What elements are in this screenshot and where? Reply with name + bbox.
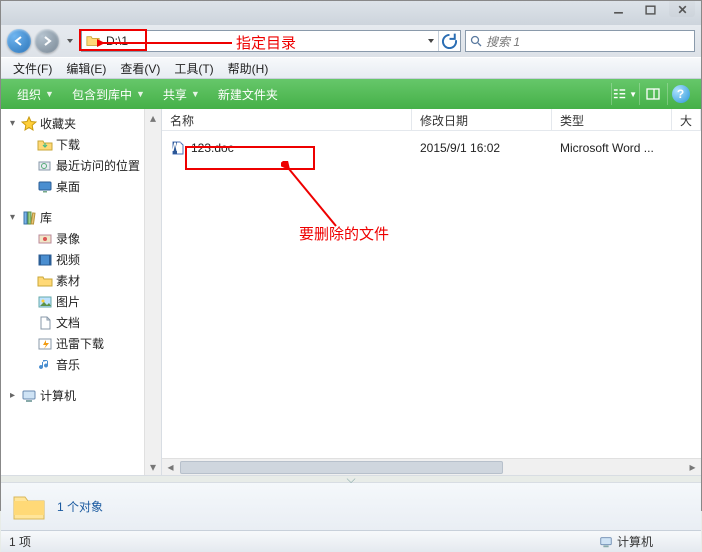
folder-icon [84,32,102,50]
details-pane: 1 个对象 [1,482,701,530]
picture-icon [37,294,53,310]
tree-downloads[interactable]: 下载 [1,134,143,155]
share-button[interactable]: 共享▼ [155,82,208,107]
tree-computer[interactable]: ▸计算机 [1,385,143,406]
status-item-count: 1 项 [9,533,31,550]
tree-lib-recording[interactable]: 录像 [1,228,143,249]
thunder-icon [37,336,53,352]
folder-icon [37,137,53,153]
star-icon [21,116,37,132]
view-options-button[interactable]: ▼ [611,83,637,105]
file-list: 名称 修改日期 类型 大 W 123.doc 2015/9/1 16:02 Mi… [162,109,701,475]
help-button[interactable]: ? [667,83,693,105]
forward-button[interactable] [35,29,59,53]
tree-favorites[interactable]: ▾收藏夹 [1,113,143,134]
menu-edit[interactable]: 编辑(E) [60,58,112,79]
navigation-pane: ▾收藏夹 下载 最近访问的位置 桌面 ▾库 录像 视频 素材 图片 文档 迅雷下… [1,109,162,475]
horizontal-scrollbar[interactable]: ◂ ▸ [162,458,701,475]
computer-icon [599,535,613,549]
recent-icon [37,158,53,174]
col-date[interactable]: 修改日期 [412,109,552,130]
tree-lib-music[interactable]: 音乐 [1,354,143,375]
scroll-thumb[interactable] [180,461,503,474]
nav-row: D:\1 搜索 1 [1,25,701,57]
tree-lib-video[interactable]: 视频 [1,249,143,270]
command-bar: 组织▼ 包含到库中▼ 共享▼ 新建文件夹 ▼ ? [1,79,701,109]
library-icon [21,210,37,226]
menu-file[interactable]: 文件(F) [7,58,58,79]
scroll-left-icon[interactable]: ◂ [162,459,179,476]
details-count: 1 个对象 [57,498,103,515]
column-headers: 名称 修改日期 类型 大 [162,109,701,131]
menu-view[interactable]: 查看(V) [114,58,166,79]
chevron-down-icon: ▼ [136,89,145,99]
help-icon: ? [672,85,690,103]
video-icon [37,252,53,268]
file-type: Microsoft Word ... [552,141,672,155]
col-name[interactable]: 名称 [162,109,412,130]
expand-icon: ▸ [7,390,18,401]
document-icon [37,315,53,331]
tree-lib-pictures[interactable]: 图片 [1,291,143,312]
word-doc-icon: W [170,140,186,156]
tree-lib-material[interactable]: 素材 [1,270,143,291]
chevron-down-icon: ▼ [45,89,54,99]
include-library-button[interactable]: 包含到库中▼ [64,82,153,107]
file-row[interactable]: W 123.doc 2015/9/1 16:02 Microsoft Word … [162,137,701,159]
back-button[interactable] [7,29,31,53]
folder-icon [37,273,53,289]
svg-text:W: W [170,140,181,154]
menu-tools[interactable]: 工具(T) [168,58,219,79]
nav-history-dropdown[interactable] [63,30,77,52]
music-icon [37,357,53,373]
sidebar-scrollbar[interactable]: ▴ ▾ [144,109,161,475]
organize-button[interactable]: 组织▼ [9,82,62,107]
title-bar [1,1,701,25]
chevron-down-icon: ▼ [191,89,200,99]
address-dropdown[interactable] [422,37,438,45]
desktop-icon [37,179,53,195]
search-box[interactable]: 搜索 1 [465,30,695,52]
status-location: 计算机 [599,533,653,550]
folder-large-icon [11,489,47,525]
file-date: 2015/9/1 16:02 [412,141,552,155]
recording-icon [37,231,53,247]
col-size[interactable]: 大 [672,109,701,130]
collapse-icon: ▾ [7,118,18,129]
tree-recent[interactable]: 最近访问的位置 [1,155,143,176]
preview-pane-button[interactable] [639,83,665,105]
address-text: D:\1 [104,34,422,48]
scroll-up-icon[interactable]: ▴ [145,109,161,126]
col-type[interactable]: 类型 [552,109,672,130]
search-placeholder: 搜索 1 [486,33,520,50]
maximize-button[interactable] [637,1,663,17]
tree-lib-documents[interactable]: 文档 [1,312,143,333]
tree-libraries[interactable]: ▾库 [1,207,143,228]
scroll-right-icon[interactable]: ▸ [684,459,701,476]
scroll-down-icon[interactable]: ▾ [145,458,161,475]
menu-help[interactable]: 帮助(H) [222,58,275,79]
status-bar: 1 项 计算机 [1,530,701,552]
tree-desktop[interactable]: 桌面 [1,176,143,197]
menu-bar: 文件(F) 编辑(E) 查看(V) 工具(T) 帮助(H) [1,57,701,79]
main-area: ▾收藏夹 下载 最近访问的位置 桌面 ▾库 录像 视频 素材 图片 文档 迅雷下… [1,109,701,475]
collapse-icon: ▾ [7,212,18,223]
new-folder-button[interactable]: 新建文件夹 [210,82,286,107]
refresh-button[interactable] [438,31,460,51]
search-icon [470,35,482,47]
minimize-button[interactable] [605,1,631,17]
close-button[interactable] [669,1,695,17]
file-name: 123.doc [191,141,234,155]
computer-icon [21,388,37,404]
tree-lib-thunder[interactable]: 迅雷下载 [1,333,143,354]
address-bar[interactable]: D:\1 [81,30,461,52]
